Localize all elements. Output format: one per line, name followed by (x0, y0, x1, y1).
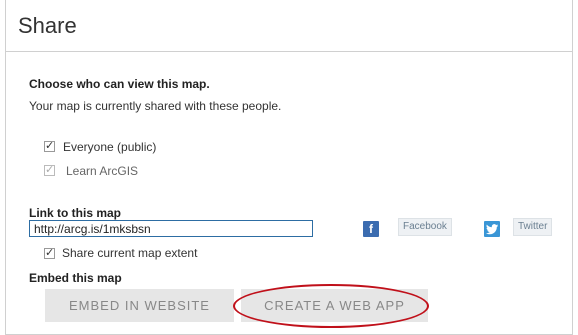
dialog-title: Share (18, 13, 77, 38)
everyone-public-checkbox[interactable]: ✓ (44, 139, 55, 152)
dialog-title-bar: Share (6, 0, 572, 52)
learn-arcgis-checkbox: ✓ (44, 163, 55, 176)
embed-in-website-button[interactable]: EMBED IN WEBSITE (45, 289, 234, 322)
everyone-public-label[interactable]: Everyone (public) (63, 140, 156, 154)
learn-arcgis-label: Learn ArcGIS (66, 164, 139, 178)
twitter-icon[interactable] (484, 221, 500, 237)
twitter-share-button[interactable]: Twitter (513, 218, 553, 236)
map-link-field[interactable] (29, 220, 313, 237)
checkmark-icon: ✓ (45, 139, 55, 152)
embed-section-heading: Embed this map (29, 271, 122, 285)
share-extent-checkbox[interactable]: ✓ (44, 246, 55, 259)
facebook-icon[interactable]: f (363, 221, 379, 237)
link-section-heading: Link to this map (29, 206, 122, 220)
checkmark-icon: ✓ (45, 163, 55, 176)
view-section-description: Your map is currently shared with these … (29, 99, 282, 113)
checkmark-icon: ✓ (45, 246, 55, 259)
create-web-app-button[interactable]: CREATE A WEB APP (241, 289, 428, 322)
share-extent-label[interactable]: Share current map extent (62, 246, 197, 260)
facebook-share-button[interactable]: Facebook (398, 218, 452, 236)
view-section-heading: Choose who can view this map. (29, 77, 210, 91)
